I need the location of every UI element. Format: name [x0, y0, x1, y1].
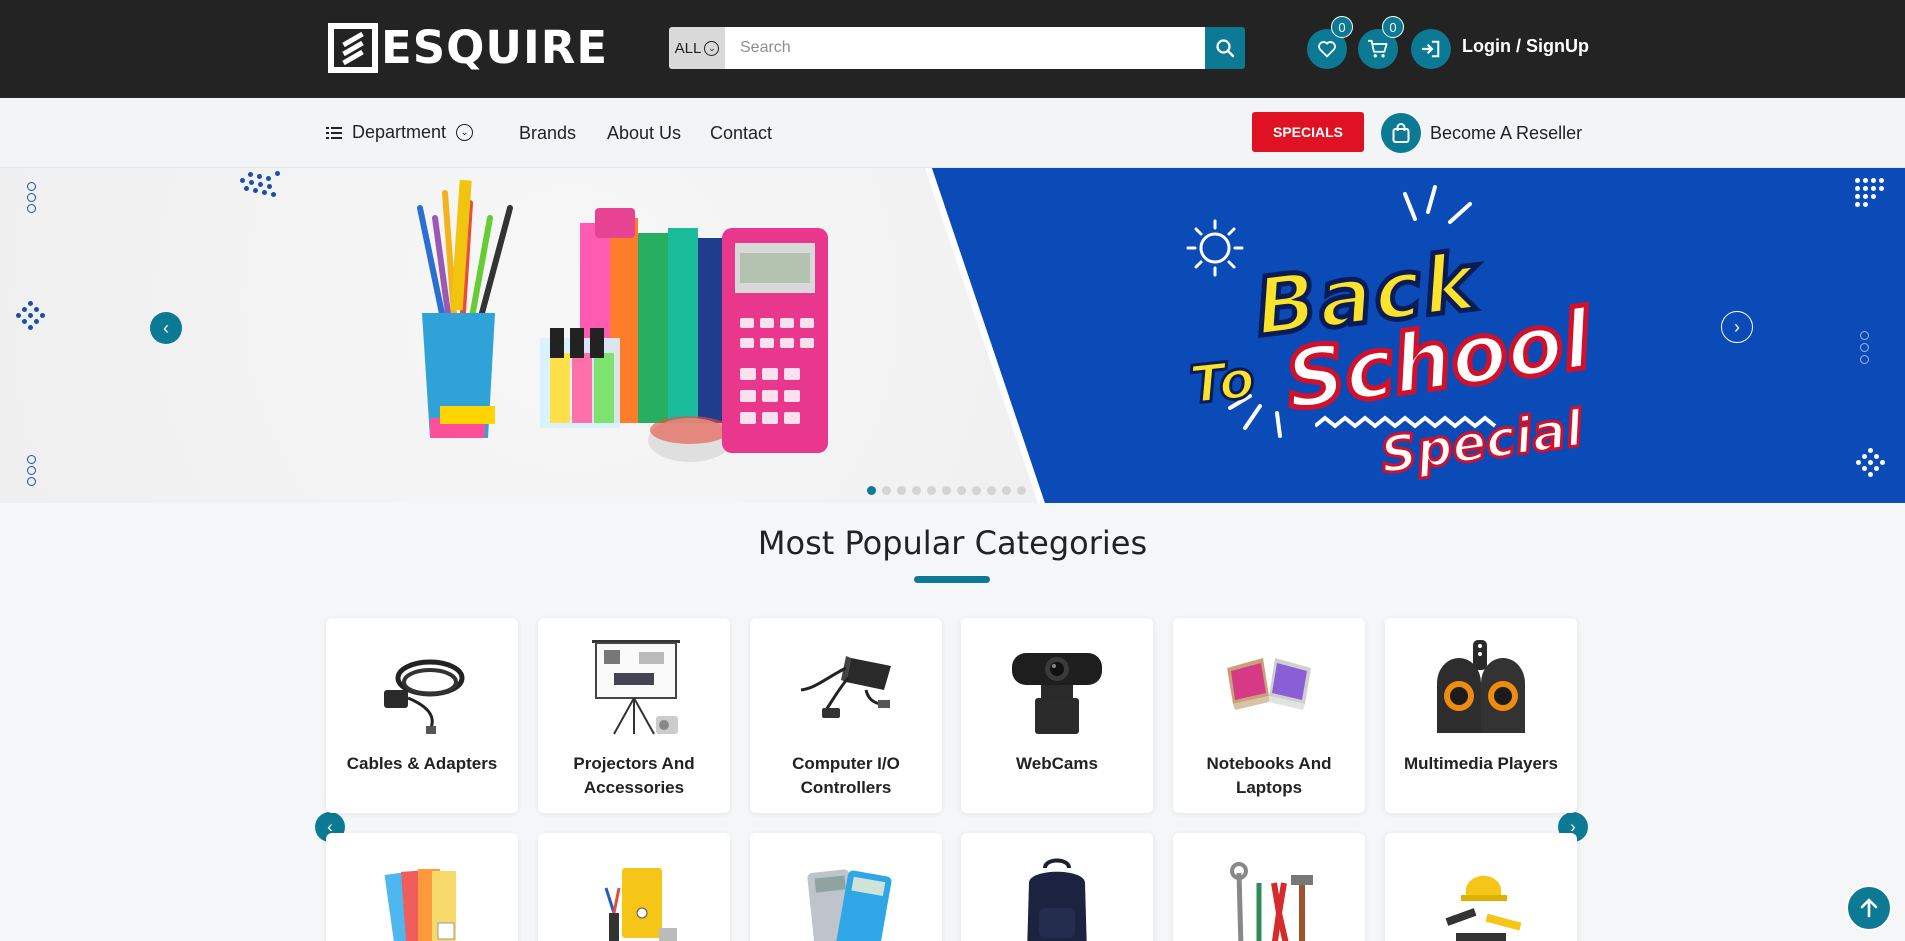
category-card[interactable]: Projectors And Accessories — [538, 618, 730, 813]
hero-prev-button[interactable]: ‹ — [150, 312, 182, 344]
hero-dot[interactable] — [942, 486, 951, 495]
decor-dots-icon — [240, 168, 300, 208]
department-menu[interactable]: Department ⌄ — [326, 122, 474, 143]
decor-ring-icon — [27, 477, 36, 486]
search-category-select[interactable]: ALL ⌄ — [669, 27, 725, 69]
title-underline — [914, 576, 990, 583]
category-card[interactable]: Notebooks And Laptops — [1173, 618, 1365, 813]
reseller-button[interactable] — [1381, 113, 1421, 153]
decor-diamond-icon — [12, 301, 52, 341]
hero-dot[interactable] — [1017, 486, 1026, 495]
hero-dot[interactable] — [867, 486, 876, 495]
back-to-school-headline: Back To School Special — [1180, 188, 1600, 488]
shopping-bag-icon — [1392, 123, 1410, 143]
login-arrow-icon — [1421, 40, 1440, 58]
chevron-left-icon: ‹ — [163, 317, 169, 338]
cart-count-badge: 0 — [1382, 16, 1404, 38]
hero-pagination — [867, 486, 1026, 495]
category-card[interactable] — [1385, 833, 1577, 941]
hero-dot[interactable] — [1002, 486, 1011, 495]
controller-icon — [800, 656, 891, 718]
become-reseller-link[interactable]: Become A Reseller — [1430, 123, 1582, 144]
category-card[interactable] — [961, 833, 1153, 941]
decor-ring-icon — [27, 466, 36, 475]
logo-mark-icon — [328, 23, 378, 73]
wishlist-button[interactable]: 0 — [1307, 16, 1353, 69]
search-button[interactable] — [1205, 27, 1245, 69]
category-label: Notebooks And Laptops — [1206, 754, 1332, 797]
search-bar: ALL ⌄ — [669, 27, 1245, 69]
category-label: Cables & Adapters — [346, 754, 498, 773]
main-nav: Department ⌄ Brands About Us Contact SPE… — [0, 98, 1905, 168]
paper-icon — [384, 869, 456, 941]
decor-ring-icon — [1860, 331, 1869, 340]
hero-dot[interactable] — [897, 486, 906, 495]
category-card[interactable] — [326, 833, 518, 941]
specials-button[interactable]: SPECIALS — [1252, 112, 1364, 152]
login-signup-link[interactable]: Login / SignUp — [1462, 36, 1589, 57]
cable-icon — [384, 659, 465, 734]
decor-ring-icon — [1860, 355, 1869, 364]
speaker-icon — [1437, 640, 1525, 733]
scroll-to-top-button[interactable] — [1846, 885, 1892, 931]
heart-icon — [1318, 41, 1336, 58]
tools-icon — [1230, 862, 1313, 941]
category-label: Computer I/O Controllers — [792, 754, 900, 797]
section-title: Most Popular Categories — [757, 524, 1148, 562]
search-category-label: ALL — [674, 39, 702, 57]
wishlist-count-badge: 0 — [1331, 16, 1353, 38]
category-card[interactable]: Multimedia Players — [1385, 618, 1577, 813]
decor-ring-icon — [27, 182, 36, 191]
category-card[interactable]: Computer I/O Controllers — [750, 618, 942, 813]
decor-ring-icon — [27, 455, 36, 464]
category-card[interactable]: Cables & Adapters — [326, 618, 518, 813]
decor-diamond-icon — [1852, 448, 1892, 488]
chevron-right-icon: › — [1734, 316, 1740, 337]
backpack-icon — [1027, 858, 1087, 941]
nav-link-contact[interactable]: Contact — [710, 123, 772, 144]
toolkit-icon — [1445, 875, 1522, 941]
cart-button[interactable]: 0 — [1358, 16, 1404, 69]
category-card[interactable] — [750, 833, 942, 941]
category-label: WebCams — [1016, 754, 1098, 773]
category-label: Projectors And Accessories — [573, 754, 695, 797]
arrow-up-icon — [1860, 898, 1878, 918]
stationery-illustration-icon — [417, 179, 828, 462]
cart-icon — [1368, 39, 1388, 58]
decor-dots-icon — [1855, 178, 1895, 218]
projector-icon — [592, 640, 680, 735]
chevron-down-icon: ⌄ — [704, 40, 720, 56]
hero-banner: Back To School Special ‹ › — [0, 168, 1905, 503]
hero-next-button[interactable]: › — [1721, 311, 1753, 343]
nav-link-brands[interactable]: Brands — [519, 123, 576, 144]
folder-icon — [604, 868, 677, 941]
department-label: Department — [352, 122, 447, 142]
site-logo[interactable]: ESQUIRE — [328, 23, 608, 73]
laptop-icon — [1227, 658, 1311, 710]
category-label: Multimedia Players — [1403, 754, 1558, 773]
webcam-icon — [1012, 653, 1102, 734]
hero-dot[interactable] — [912, 486, 921, 495]
category-card[interactable] — [538, 833, 730, 941]
decor-ring-icon — [27, 193, 36, 202]
login-icon-button[interactable] — [1411, 29, 1451, 69]
top-header: ESQUIRE ALL ⌄ 0 0 Login / SignUp — [0, 0, 1905, 98]
search-icon — [1216, 39, 1235, 58]
nav-link-about-us[interactable]: About Us — [607, 123, 681, 144]
decor-ring-icon — [27, 204, 36, 213]
category-card[interactable] — [1173, 833, 1365, 941]
hero-dot[interactable] — [882, 486, 891, 495]
category-card[interactable]: WebCams — [961, 618, 1153, 813]
calculator-icon — [807, 869, 892, 941]
headline-to: To — [1186, 348, 1259, 417]
logo-text: ESQUIRE — [381, 21, 609, 74]
search-input[interactable] — [725, 27, 1205, 69]
hero-dot[interactable] — [972, 486, 981, 495]
hero-dot[interactable] — [957, 486, 966, 495]
chevron-down-icon: ⌄ — [456, 124, 474, 141]
list-icon — [326, 126, 342, 139]
hero-dot[interactable] — [927, 486, 936, 495]
decor-ring-icon — [1860, 343, 1869, 352]
hero-dot[interactable] — [987, 486, 996, 495]
